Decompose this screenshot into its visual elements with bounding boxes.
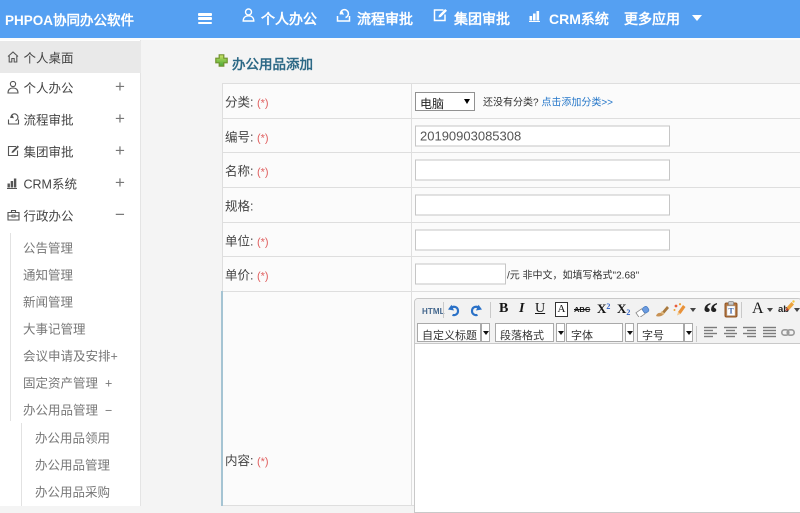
svg-text:T: T bbox=[728, 307, 734, 316]
